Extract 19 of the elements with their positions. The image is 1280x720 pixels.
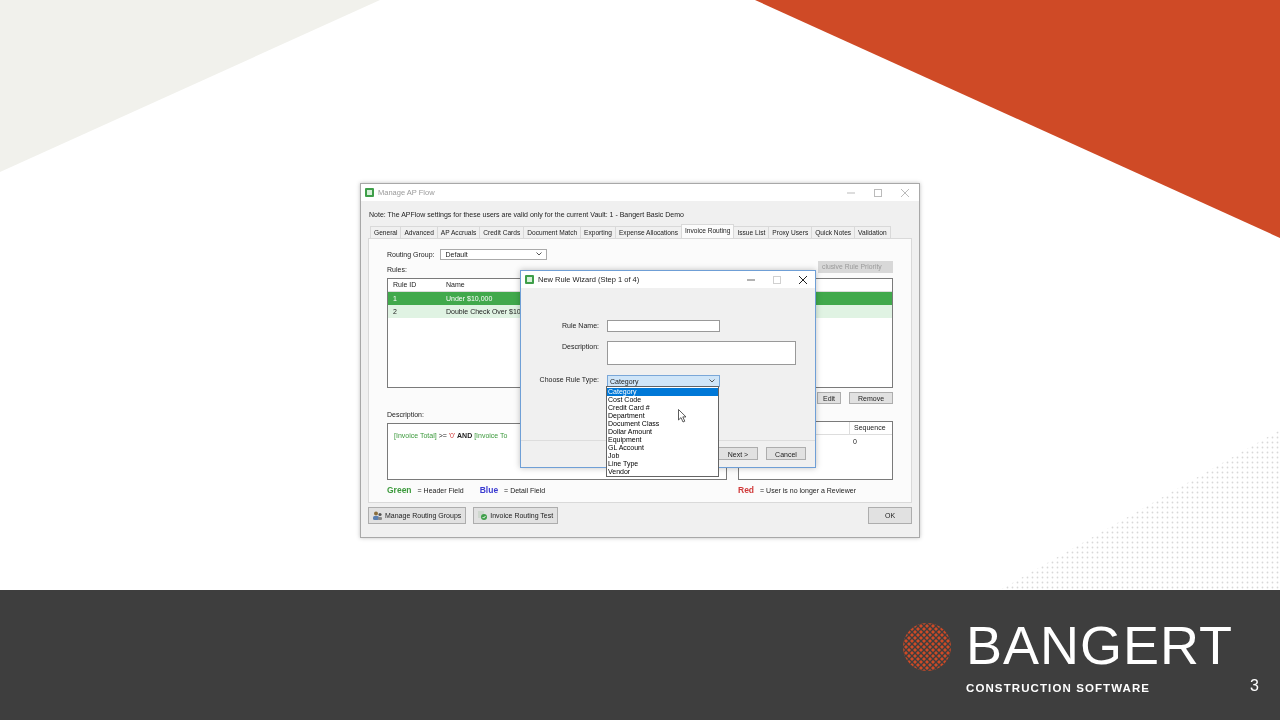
brand-name: BANGERT [966, 620, 1234, 670]
people-icon [373, 511, 382, 520]
page-number: 3 [1250, 677, 1260, 695]
brand-tagline: CONSTRUCTION SOFTWARE [966, 682, 1152, 694]
close-icon[interactable] [799, 275, 807, 284]
mouse-pointer-icon [678, 409, 687, 423]
caret-icon [709, 379, 715, 383]
maximize-icon[interactable] [773, 275, 781, 284]
legend-color-word: Red [738, 486, 755, 495]
legend-color-word: Green [387, 486, 412, 495]
maximize-icon[interactable] [874, 188, 882, 197]
checkmark-icon [478, 511, 488, 520]
text-area[interactable] [607, 341, 796, 365]
input-field[interactable] [607, 320, 720, 332]
globe-logo-icon [902, 622, 952, 672]
caret-icon [536, 252, 543, 256]
legend-color-word: Blue [479, 486, 499, 495]
app-icon [365, 188, 374, 197]
app-icon [525, 275, 534, 284]
